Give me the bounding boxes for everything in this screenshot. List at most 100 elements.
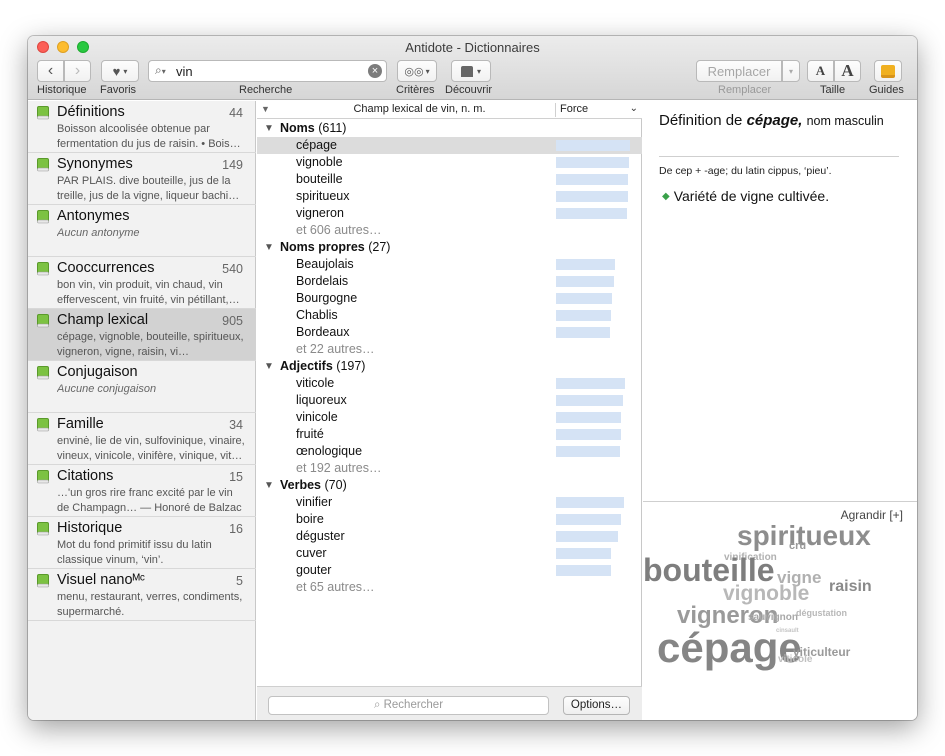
word-text: Chablis [296,308,338,322]
sidebar-item[interactable]: Historique 16 Mot du fond primitif issu du… [28,517,256,569]
discover-label: Découvrir [445,84,493,96]
search-label: Recherche [239,84,293,96]
word-row[interactable]: Chablis [257,307,642,324]
forward-button[interactable]: › [64,60,91,82]
word-row[interactable]: vigneron [257,205,642,222]
word-row[interactable]: vinicole [257,409,642,426]
search-field[interactable]: ⌕▾ × [148,60,387,82]
force-bar [556,514,621,525]
definition-word[interactable]: cépage, [747,112,803,129]
disclosure-triangle-icon[interactable]: ▼ [264,242,274,253]
force-bar [556,412,621,423]
titlebar-toolbar: Antidote - Dictionnaires ‹ › ♥ ▾ ⌕▾ × ◎◎… [28,36,917,100]
sidebar-item[interactable]: Champ lexical 905 cépage, vignoble, boutei… [28,309,256,361]
chevron-down-icon: ▾ [788,66,793,76]
replace-menu-button[interactable]: ▾ [782,60,800,82]
sidebar-item[interactable]: Antonymes Aucun antonyme [28,205,256,257]
chevron-down-icon: ▾ [425,66,430,76]
text-larger-button[interactable]: A [834,60,861,82]
group-label: Noms (611) [280,121,346,135]
column-title[interactable]: Champ lexical de vin, n. m. [297,103,542,115]
sidebar-item-count: 15 [229,470,243,484]
word-cloud-panel: Agrandir [+] spiritueux cru vinification bo… [643,501,917,720]
group-name: Adjectifs [280,359,333,373]
column-divider [555,103,556,117]
sidebar-item[interactable]: Cooccurrences 540 bon vin, vin produit, vi… [28,257,256,309]
word-row[interactable]: spiritueux [257,188,642,205]
word-row[interactable]: Beaujolais [257,256,642,273]
word-text: spiritueux [296,189,350,203]
group-count: (611) [318,121,347,135]
word-row[interactable]: boire [257,511,642,528]
collapse-all-icon[interactable]: ▼ [261,104,270,114]
word-row[interactable]: fruité [257,426,642,443]
sidebar-item-count: 34 [229,418,243,432]
force-column-header[interactable]: Force [560,103,588,115]
favorites-button[interactable]: ♥ ▾ [101,60,139,82]
sidebar-item-desc: cépage, vignoble, bouteille, spiritueux,… [57,331,244,358]
lexical-field-panel: ▼ Champ lexical de vin, n. m. Force ⌄ ▼ N… [257,101,642,720]
cloud-word[interactable]: dégustation [796,608,847,618]
options-button[interactable]: Options… [563,696,630,715]
more-items-link[interactable]: et 192 autres… [257,460,642,477]
more-items-link[interactable]: et 65 autres… [257,579,642,596]
group-count: (70) [324,478,347,492]
discover-button[interactable]: ▾ [451,60,491,82]
list-group-header[interactable]: ▼ Noms (611) [257,120,642,137]
word-row[interactable]: liquoreux [257,392,642,409]
replace-label: Remplacer [718,84,772,96]
dictionary-book-icon [37,262,49,276]
force-bar [556,310,611,321]
back-button[interactable]: ‹ [37,60,64,82]
cloud-word[interactable]: sauvignon [748,612,798,623]
sidebar-item[interactable]: Conjugaison Aucune conjugaison [28,361,256,413]
sidebar-item[interactable]: Synonymes 149 PAR PLAIS. dive bouteille, j… [28,153,256,205]
list-group-header[interactable]: ▼ Verbes (70) [257,477,642,494]
replace-button[interactable]: Remplacer [696,60,782,82]
word-text: cépage [296,138,338,152]
sidebar-item-name: Citations [57,468,114,484]
word-row[interactable]: bouteille [257,171,642,188]
sidebar-item-desc: PAR PLAIS. dive bouteille, jus de la tre… [57,175,240,202]
word-row[interactable]: cépage [257,137,642,154]
word-row[interactable]: gouter [257,562,642,579]
guides-button[interactable] [874,60,902,82]
disclosure-triangle-icon[interactable]: ▼ [264,480,274,491]
disclosure-triangle-icon[interactable]: ▼ [264,361,274,372]
history-label: Historique [37,84,87,96]
word-row[interactable]: vignoble [257,154,642,171]
word-row[interactable]: vinifier [257,494,642,511]
definition-prefix: Définition de [659,112,743,129]
definition-title: Définition de cépage, nom masculin [659,111,909,131]
clear-search-icon[interactable]: × [368,64,382,78]
list-group-header[interactable]: ▼ Adjectifs (197) [257,358,642,375]
word-row[interactable]: Bordeaux [257,324,642,341]
sidebar-item[interactable]: Citations 15 …'un gros rire franc excité p… [28,465,256,517]
more-items-link[interactable]: et 22 autres… [257,341,642,358]
force-bar [556,208,627,219]
word-text: vigneron [296,206,344,220]
sidebar-item[interactable]: Famille 34 envinė, lie de vin, sulfoviniqu… [28,413,256,465]
size-label: Taille [820,84,846,96]
word-row[interactable]: œnologique [257,443,642,460]
heart-icon: ♥ [112,63,121,79]
list-search-field[interactable]: ⌕ Rechercher [268,696,549,715]
word-row[interactable]: viticole [257,375,642,392]
more-items-link[interactable]: et 606 autres… [257,222,642,239]
word-row[interactable]: Bordelais [257,273,642,290]
cloud-word[interactable]: raisin [829,578,872,596]
word-row[interactable]: cuver [257,545,642,562]
word-row[interactable]: Bourgogne [257,290,642,307]
list-group-header[interactable]: ▼ Noms propres (27) [257,239,642,256]
cloud-word[interactable]: cru [789,540,806,552]
sidebar-item[interactable]: Visuel nanoᴹᶜ 5 menu, restaurant, verres, … [28,569,256,621]
chevron-down-icon[interactable]: ⌄ [630,103,638,114]
word-text: viticole [296,376,335,390]
word-row[interactable]: déguster [257,528,642,545]
disclosure-triangle-icon[interactable]: ▼ [264,123,274,134]
sidebar-item[interactable]: Définitions 44 Boisson alcoolisée obtenue … [28,101,256,153]
search-input[interactable] [176,63,356,79]
criteria-button[interactable]: ◎◎ ▾ [397,60,437,82]
cloud-word[interactable]: viticole [778,654,812,665]
text-smaller-button[interactable]: A [807,60,834,82]
